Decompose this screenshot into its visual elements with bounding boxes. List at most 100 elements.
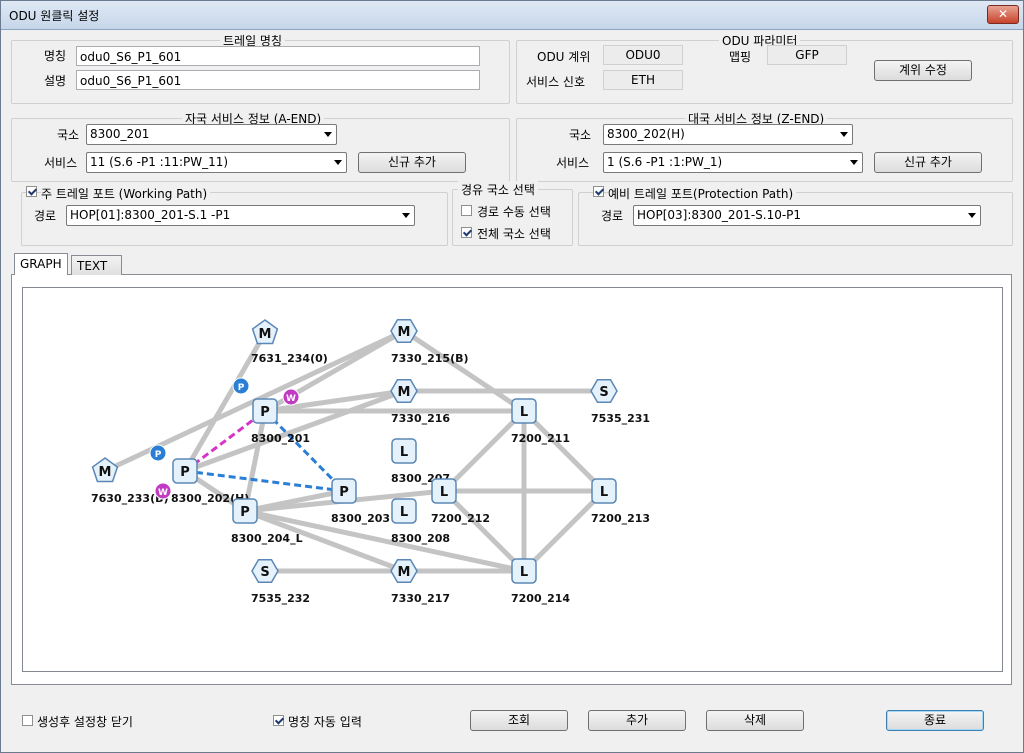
z-office-value: 8300_202(H): [607, 127, 685, 141]
node-8300_202[interactable]: P8300_202(H): [171, 458, 249, 505]
close-window-button[interactable]: ✕: [987, 5, 1019, 24]
protection-route-select[interactable]: HOP[03]:8300_201-S.10-P1: [633, 205, 981, 226]
node-glyph: M: [398, 325, 411, 340]
node-label: 7631_234(0): [251, 352, 328, 365]
add-button[interactable]: 추가: [588, 710, 686, 731]
protection-path-link: [263, 409, 346, 493]
working-path-checkbox[interactable]: [26, 186, 37, 197]
path-marker-P: P: [232, 377, 250, 395]
delete-button[interactable]: 삭제: [706, 710, 804, 731]
chevron-down-icon: [840, 132, 848, 137]
via-office-caption: 경유 국소 선택: [458, 181, 538, 198]
path-marker-W: W: [154, 482, 172, 500]
node-glyph: S: [260, 565, 269, 580]
node-8300_203[interactable]: P 8300_203: [331, 478, 390, 525]
protection-path-caption: 예비 트레일 포트(Protection Path): [608, 185, 797, 202]
node-7200_212[interactable]: L 7200_212: [431, 478, 490, 525]
a-service-select[interactable]: 11 (S.6 -P1 :11:PW_11): [86, 152, 347, 173]
node-label: 7535_232: [251, 592, 310, 605]
node-label: 7330_215(B): [391, 352, 469, 365]
auto-name-label: 명칭 자동 입력: [288, 715, 362, 729]
manual-route-checkbox[interactable]: [461, 205, 472, 216]
node-7330_217[interactable]: M 7330_217: [390, 558, 450, 605]
node-glyph: L: [400, 505, 408, 520]
node-glyph: M: [398, 565, 411, 580]
z-office-label: 국소: [569, 128, 592, 142]
odu-level-value: ODU0: [603, 45, 683, 65]
node-label: 8300_201: [251, 432, 310, 445]
path-marker-P: P: [149, 444, 167, 462]
all-office-checkbox[interactable]: [461, 227, 472, 238]
close-after-create-checkbox[interactable]: [22, 715, 33, 726]
description-input[interactable]: odu0_S6_P1_601: [76, 70, 480, 90]
name-input[interactable]: odu0_S6_P1_601: [76, 46, 480, 66]
node-label: 7200_213: [591, 512, 650, 525]
node-label: 7330_217: [391, 592, 450, 605]
protection-route-label: 경로: [601, 209, 624, 223]
node-7330_215[interactable]: M 7330_215(B): [390, 318, 469, 365]
topology-graph[interactable]: M 7631_234(0) M 7330_215(B) M 7330_216 S 7535_2…: [23, 288, 1002, 671]
node-label: 8300_208: [391, 532, 450, 545]
working-route-label: 경로: [34, 209, 57, 223]
svg-text:W: W: [286, 394, 296, 404]
exit-button[interactable]: 종료: [886, 710, 984, 731]
mapping-value: GFP: [767, 45, 847, 65]
node-8300_207[interactable]: L8300_207: [391, 438, 450, 485]
tab-graph[interactable]: GRAPH: [14, 253, 68, 275]
auto-name-checkbox[interactable]: [273, 715, 284, 726]
node-7535_231[interactable]: S 7535_231: [590, 378, 650, 425]
query-button[interactable]: 조회: [470, 710, 568, 731]
chevron-down-icon: [850, 160, 858, 165]
close-after-create-label: 생성후 설정창 닫기: [37, 715, 133, 729]
svg-text:W: W: [158, 488, 168, 498]
description-label: 설명: [44, 74, 67, 88]
node-label: 8300_203: [331, 512, 390, 525]
node-glyph: L: [400, 445, 408, 460]
node-7200_211[interactable]: L 7200_211: [511, 398, 570, 445]
a-office-select[interactable]: 8300_201: [86, 124, 337, 145]
a-office-label: 국소: [57, 128, 80, 142]
a-office-value: 8300_201: [90, 127, 150, 141]
node-glyph: M: [398, 385, 411, 400]
node-7200_213[interactable]: L 7200_213: [591, 478, 650, 525]
node-glyph: P: [260, 405, 270, 420]
working-route-select[interactable]: HOP[01]:8300_201-S.1 -P1: [66, 205, 415, 226]
a-service-label: 서비스: [44, 156, 78, 170]
title-bar: ODU 원클릭 설정 ✕: [1, 1, 1023, 30]
z-office-select[interactable]: 8300_202(H): [603, 124, 853, 145]
working-path-caption: 주 트레일 포트 (Working Path): [41, 185, 211, 202]
node-glyph: S: [599, 385, 608, 400]
edit-level-button[interactable]: 계위 수정: [874, 60, 972, 81]
link-7200_212-7200_214: [442, 489, 526, 573]
topology-graph-area[interactable]: M 7631_234(0) M 7330_215(B) M 7330_216 S 7535_2…: [22, 287, 1003, 672]
tab-text[interactable]: TEXT: [71, 255, 122, 275]
protection-path-checkbox[interactable]: [593, 186, 604, 197]
node-glyph: M: [99, 465, 112, 480]
z-service-value: 1 (S.6 -P1 :1:PW_1): [607, 155, 723, 169]
node-7330_216[interactable]: M 7330_216: [390, 378, 450, 425]
node-glyph: L: [520, 565, 528, 580]
all-office-label: 전체 국소 선택: [477, 227, 551, 241]
node-glyph: L: [600, 485, 608, 500]
z-service-label: 서비스: [556, 156, 590, 170]
chevron-down-icon: [402, 213, 410, 218]
link-7200_213-7200_214: [522, 489, 606, 573]
z-add-service-button[interactable]: 신규 추가: [874, 152, 982, 173]
node-7631_234[interactable]: M 7631_234(0): [251, 319, 328, 365]
a-service-value: 11 (S.6 -P1 :11:PW_11): [90, 155, 229, 169]
node-7200_214[interactable]: L 7200_214: [511, 558, 570, 605]
node-label: 7200_211: [511, 432, 570, 445]
node-glyph: P: [180, 465, 190, 480]
svg-text:P: P: [155, 450, 162, 460]
odu-level-label: ODU 계위: [537, 50, 591, 64]
name-label: 명칭: [44, 49, 67, 63]
a-add-service-button[interactable]: 신규 추가: [358, 152, 466, 173]
node-glyph: L: [520, 405, 528, 420]
z-service-select[interactable]: 1 (S.6 -P1 :1:PW_1): [603, 152, 863, 173]
node-7535_232[interactable]: S 7535_232: [251, 558, 310, 605]
window-title: ODU 원클릭 설정: [9, 9, 100, 23]
node-label: 7200_214: [511, 592, 570, 605]
node-glyph: M: [259, 327, 272, 342]
node-7630_233[interactable]: M7630_233(B): [91, 457, 169, 505]
node-label: 8300_204_L: [231, 532, 303, 545]
